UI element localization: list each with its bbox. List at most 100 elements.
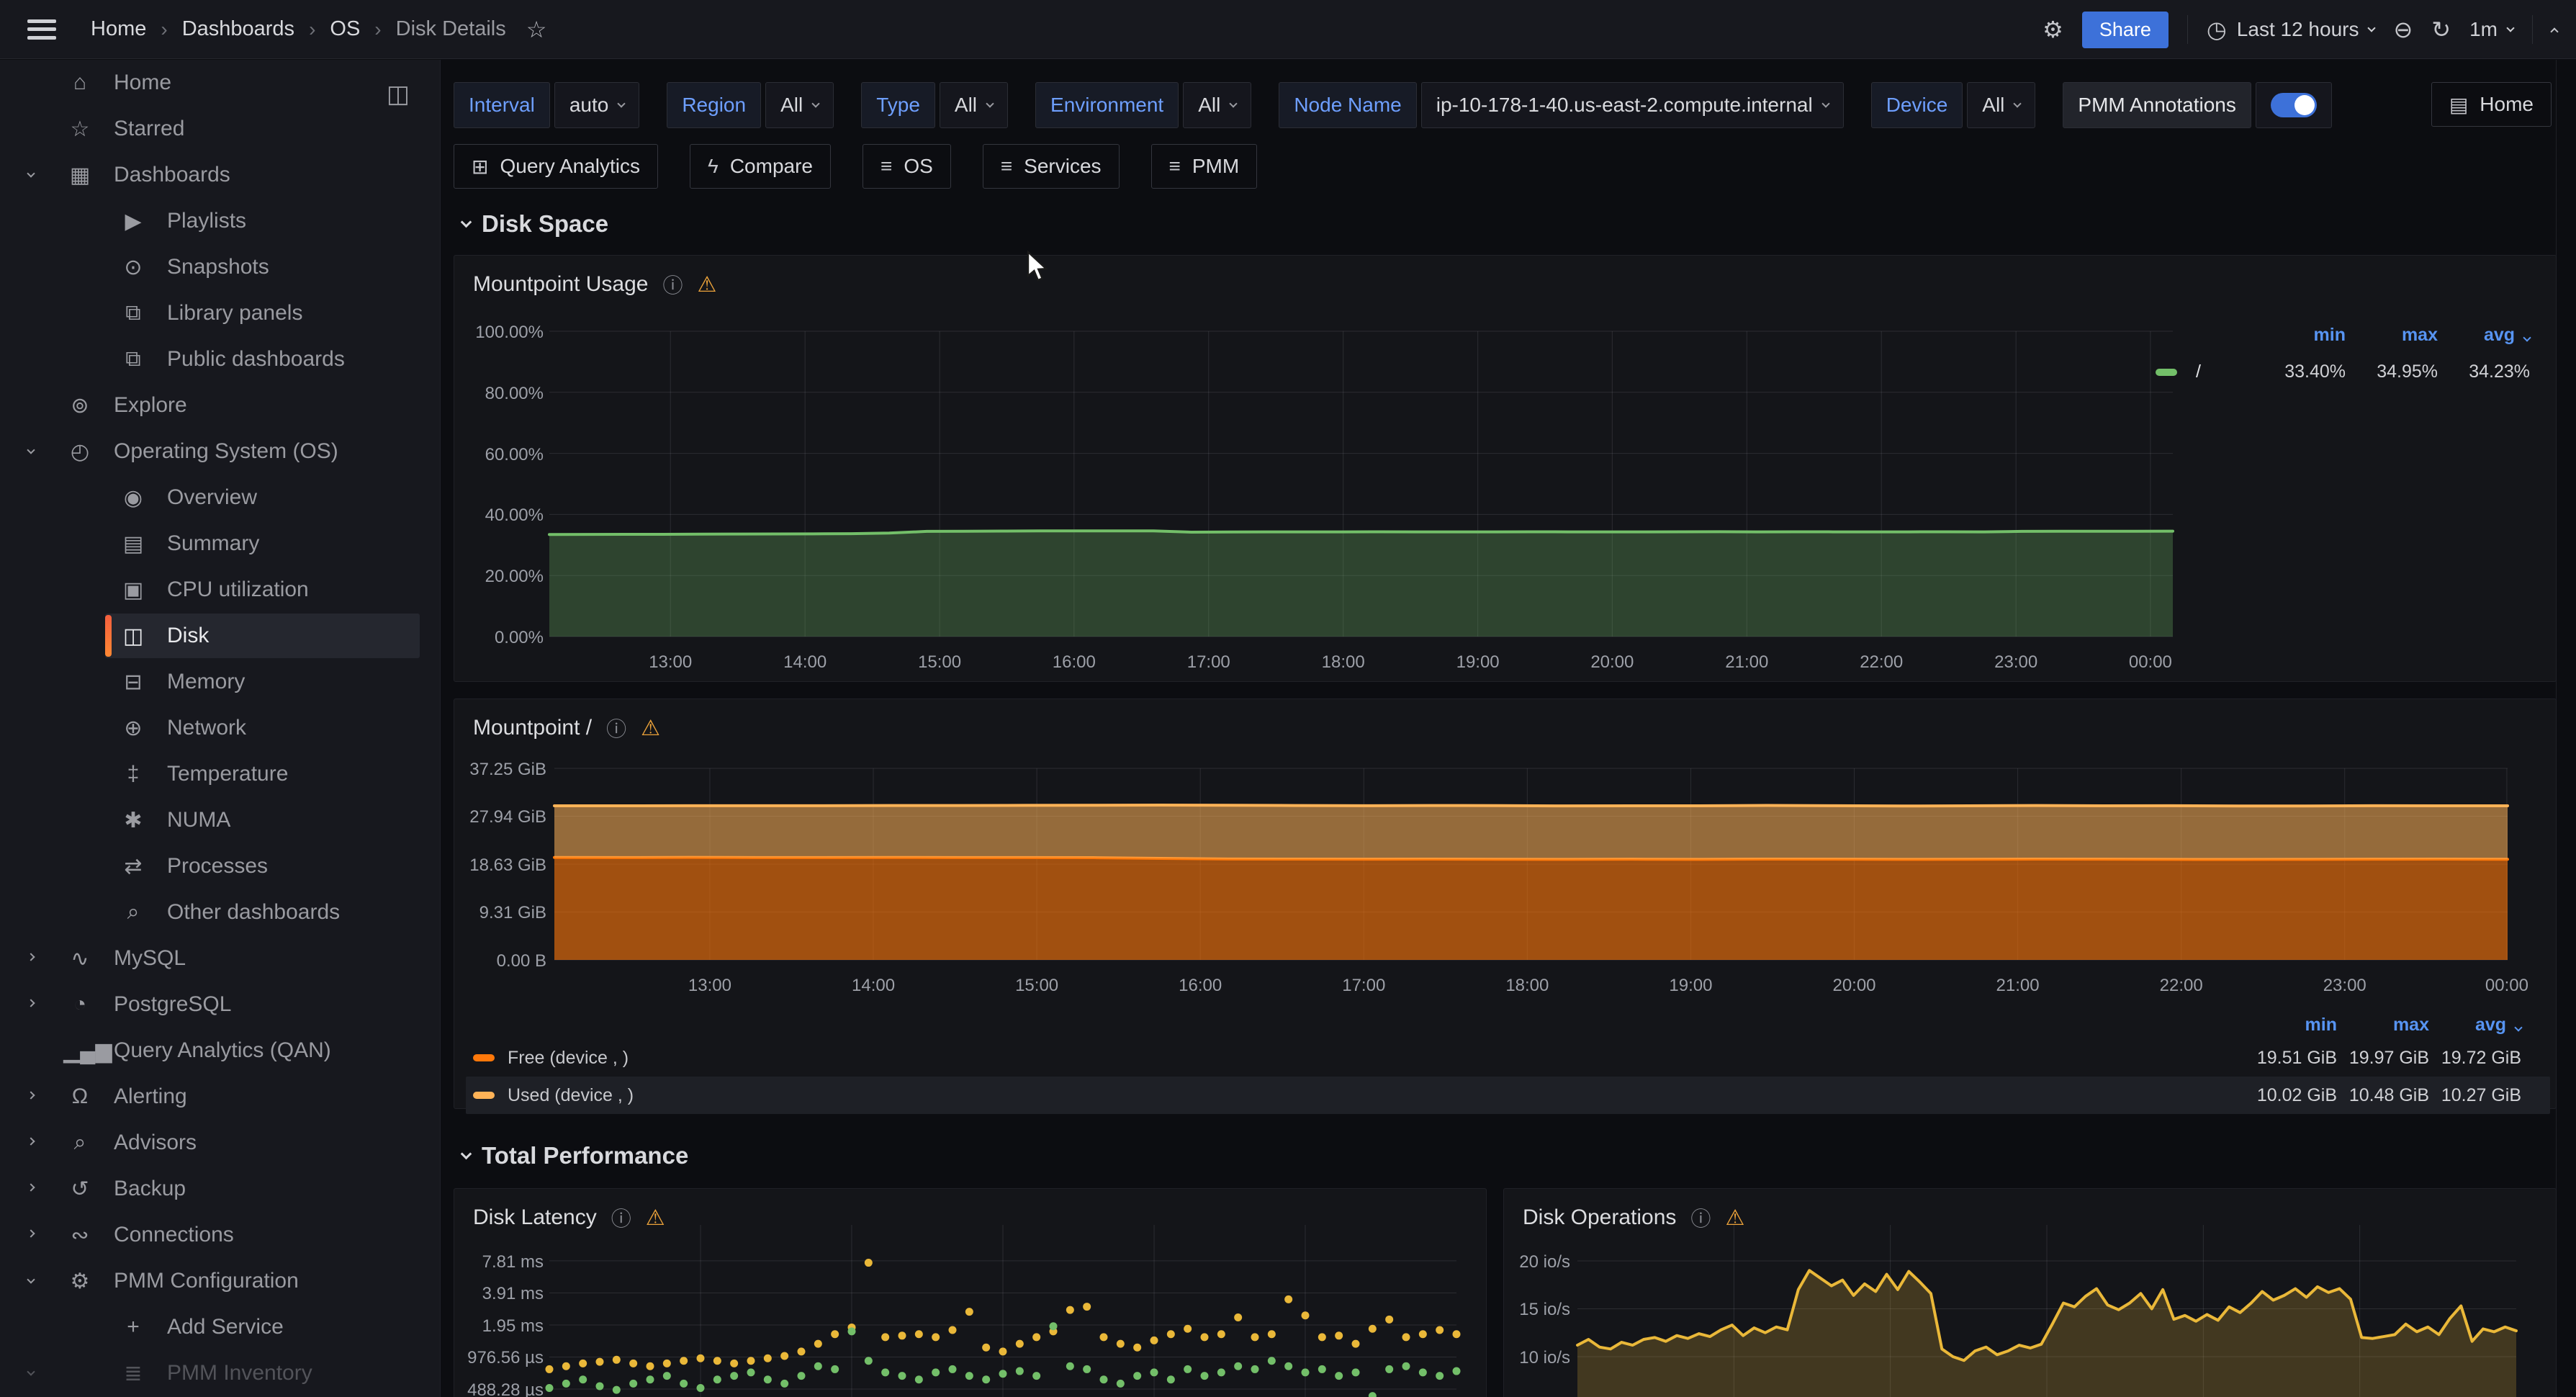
sidebar-item-public-dashboards[interactable]: ⧉ Public dashboards — [0, 336, 440, 382]
sidebar-item-alerting[interactable]: Ω Alerting — [0, 1074, 440, 1120]
query-analytics-button[interactable]: ⊞ Query Analytics — [454, 144, 658, 189]
pmm-button[interactable]: ≡ PMM — [1151, 144, 1258, 189]
chevron-down-icon — [618, 99, 626, 107]
filter-value-dropdown[interactable]: auto — [554, 82, 640, 128]
sidebar-item-cpu-utilization[interactable]: ▣ CPU utilization — [0, 567, 440, 613]
y-axis-label: 10 io/s — [1507, 1348, 1570, 1368]
sidebar-item-icon: ≣ — [117, 1361, 150, 1386]
legend-row-free[interactable]: Free (device , ) 19.51 GiB 19.97 GiB 19.… — [466, 1039, 2550, 1077]
x-axis-label: 22:00 — [1860, 652, 1903, 673]
dashboard-settings-icon[interactable]: ⚙ — [2043, 18, 2063, 41]
mountpoint-root-chart[interactable] — [554, 768, 2508, 960]
y-axis-label: 1.95 ms — [457, 1316, 544, 1337]
legend-header-max[interactable]: max — [2346, 325, 2438, 346]
refresh-icon[interactable]: ↻ — [2431, 18, 2451, 41]
time-range-picker[interactable]: ◷ Last 12 hours — [2207, 18, 2375, 41]
environment-filter: Environment All — [1035, 82, 1251, 128]
sidebar-item-postgresql[interactable]: ◔ PostgreSQL — [0, 982, 440, 1028]
compare-button[interactable]: ϟ Compare — [690, 144, 831, 189]
filter-value-dropdown[interactable]: ip-10-178-1-40.us-east-2.compute.interna… — [1421, 82, 1844, 128]
breadcrumb-home[interactable]: Home — [91, 17, 146, 41]
zoom-out-icon[interactable]: ⊖ — [2393, 18, 2413, 41]
x-axis-label: 20:00 — [1832, 976, 1875, 996]
filter-value-dropdown[interactable]: All — [1183, 82, 1251, 128]
section-total-performance[interactable]: Total Performance — [462, 1142, 688, 1169]
sidebar-item-processes[interactable]: ⇄ Processes — [0, 843, 440, 889]
disk-operations-chart[interactable] — [1577, 1225, 2516, 1397]
sidebar-item-advisors[interactable]: ⌕ Advisors — [0, 1120, 440, 1166]
x-axis-label: 22:00 — [2160, 976, 2203, 996]
home-dashboard-button[interactable]: ▤ Home — [2431, 82, 2552, 127]
filter-value-dropdown[interactable]: All — [1967, 82, 2035, 128]
sidebar-item-overview[interactable]: ◉ Overview — [0, 475, 440, 521]
sidebar-item-summary[interactable]: ▤ Summary — [0, 521, 440, 567]
sidebar-item-numa[interactable]: ✱ NUMA — [0, 797, 440, 843]
sidebar-item-other-dashboards[interactable]: ⌕ Other dashboards — [0, 889, 440, 935]
legend-min-value: 33.40% — [2253, 361, 2346, 382]
share-button[interactable]: Share — [2082, 12, 2169, 48]
services-button[interactable]: ≡ Services — [983, 144, 1120, 189]
sidebar-item-connections[interactable]: ∾ Connections — [0, 1212, 440, 1258]
info-icon[interactable]: ⓘ — [663, 270, 683, 299]
legend-header-avg[interactable]: avg — [2429, 1015, 2521, 1036]
collapse-toolbar-icon[interactable] — [2550, 27, 2558, 35]
refresh-interval-value: 1m — [2469, 18, 2498, 41]
sidebar-item-explore[interactable]: ⊚ Explore — [0, 382, 440, 428]
sidebar-item-playlists[interactable]: ▶ Playlists — [0, 198, 440, 244]
sidebar-item-starred[interactable]: ☆ Starred — [0, 106, 440, 152]
sidebar-item-network[interactable]: ⊕ Network — [0, 705, 440, 751]
x-axis-label: 00:00 — [2485, 976, 2528, 996]
sidebar-item-mysql[interactable]: ∿ MySQL — [0, 935, 440, 982]
warning-icon[interactable]: ⚠ — [698, 272, 717, 297]
breadcrumb-dashboards[interactable]: Dashboards — [182, 17, 294, 41]
x-axis-label: 13:00 — [649, 652, 692, 673]
y-axis-label: 3.91 ms — [457, 1284, 544, 1304]
legend-series-name[interactable]: Free (device , ) — [508, 1048, 629, 1069]
sidebar-item-add-service[interactable]: + Add Service — [0, 1304, 440, 1350]
chevron-down-icon — [2368, 24, 2376, 32]
pmm-annotations-toggle[interactable] — [2256, 82, 2332, 128]
sidebar-item-pmm-inventory[interactable]: ≣ PMM Inventory — [0, 1350, 440, 1396]
sidebar-item-operating-system[interactable]: ◴ Operating System (OS) — [0, 428, 440, 475]
legend-series-name[interactable]: Used (device , ) — [508, 1085, 634, 1106]
y-axis-label: 40.00% — [457, 506, 544, 526]
os-button[interactable]: ≡ OS — [863, 144, 951, 189]
sidebar-item-icon: ▦ — [63, 163, 96, 188]
legend-series-name[interactable]: / — [2196, 361, 2201, 382]
dock-sidebar-icon[interactable]: ◫ — [387, 80, 410, 109]
sidebar-item-label: MySQL — [114, 946, 186, 971]
legend-header-max[interactable]: max — [2337, 1015, 2429, 1036]
favorite-star-icon[interactable]: ☆ — [526, 16, 547, 43]
legend-header-min[interactable]: min — [2253, 325, 2346, 346]
sidebar-item-snapshots[interactable]: ⊙ Snapshots — [0, 244, 440, 290]
sidebar-item-dashboards[interactable]: ▦ Dashboards — [0, 152, 440, 198]
sidebar-item-query-analytics[interactable]: ▁▄▆ Query Analytics (QAN) — [0, 1028, 440, 1074]
section-disk-space[interactable]: Disk Space — [462, 210, 608, 238]
warning-icon[interactable]: ⚠ — [641, 716, 660, 741]
filter-label: Device — [1871, 82, 1963, 128]
sidebar-item-backup[interactable]: ↺ Backup — [0, 1166, 440, 1212]
button-icon: ≡ — [1169, 155, 1181, 178]
legend-header-avg[interactable]: avg — [2438, 325, 2530, 346]
info-icon[interactable]: ⓘ — [606, 714, 626, 742]
sidebar-item-temperature[interactable]: ‡ Temperature — [0, 751, 440, 797]
sidebar-item-pmm-configuration[interactable]: ⚙ PMM Configuration — [0, 1258, 440, 1304]
sidebar-item-memory[interactable]: ⊟ Memory — [0, 659, 440, 705]
breadcrumb-current-page: Disk Details — [396, 17, 506, 41]
sidebar-item-disk[interactable]: ◫ Disk — [0, 613, 440, 659]
filter-value-dropdown[interactable]: All — [765, 82, 834, 128]
disk-latency-chart[interactable] — [549, 1225, 1456, 1397]
sidebar-nav: ◫ ⌂ Home ☆ Starred ▦ Dashboards ▶ — [0, 60, 441, 1397]
sidebar-item-home[interactable]: ⌂ Home — [0, 60, 440, 106]
sidebar-item-library-panels[interactable]: ⧉ Library panels — [0, 290, 440, 336]
filter-value-dropdown[interactable]: All — [940, 82, 1008, 128]
breadcrumb: Home › Dashboards › OS › Disk Details ☆ — [91, 16, 546, 43]
breadcrumb-os[interactable]: OS — [330, 17, 360, 41]
legend-row-used[interactable]: Used (device , ) 10.02 GiB 10.48 GiB 10.… — [466, 1077, 2550, 1114]
legend-header-min[interactable]: min — [2245, 1015, 2337, 1036]
mountpoint-usage-chart[interactable] — [549, 331, 2173, 637]
x-axis-label: 21:00 — [1725, 652, 1768, 673]
x-axis-label: 23:00 — [2323, 976, 2366, 996]
refresh-interval-dropdown[interactable]: 1m — [2469, 18, 2513, 41]
menu-icon[interactable] — [27, 19, 56, 40]
